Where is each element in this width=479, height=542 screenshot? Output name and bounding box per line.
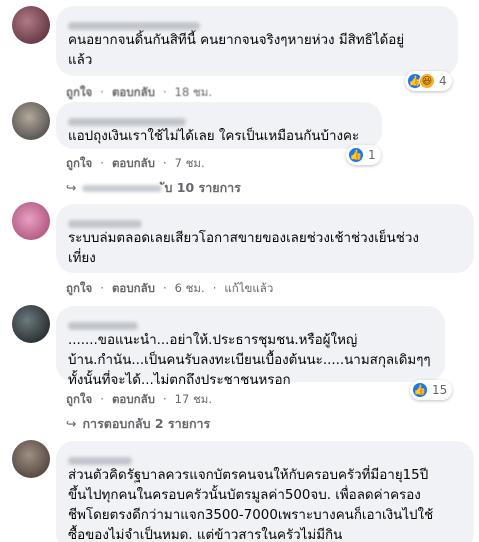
comment-actions: ถูกใจ · ตอบกลับ · 6 ชม. · แก้ไขแล้ว [66, 281, 274, 295]
reaction-count: 4 [439, 74, 447, 88]
commenter-name-blurred[interactable] [68, 15, 446, 30]
like-button[interactable]: ถูกใจ [66, 156, 92, 170]
commenter-name-blurred[interactable] [68, 213, 462, 228]
commenter-name-blurred[interactable] [68, 450, 462, 465]
view-replies-link[interactable]: ↪ การตอบกลับ 2 รายการ [66, 414, 210, 434]
reply-arrow-icon: ↪ [66, 416, 77, 431]
view-replies-label: ับ 10 รายการ [164, 180, 241, 195]
avatar[interactable] [12, 202, 50, 240]
like-button[interactable]: ถูกใจ [66, 85, 92, 99]
view-replies-label: การตอบกลับ 2 รายการ [82, 416, 211, 431]
comment-actions: ถูกใจ · ตอบกลับ · 17 ชม. [66, 392, 212, 406]
comment-bubble: ส่วนตัวคิดรัฐบาลควรแจกบัตรคนจนให้กับครอบ… [56, 441, 474, 542]
haha-icon: 😆 [419, 73, 435, 89]
reply-button[interactable]: ตอบกลับ [112, 281, 155, 295]
reaction-count: 1 [368, 148, 376, 162]
reply-button[interactable]: ตอบกลับ [112, 156, 155, 170]
avatar[interactable] [12, 305, 50, 343]
like-icon: 👍 [348, 147, 364, 163]
reaction-summary[interactable]: 👍 15 [410, 380, 453, 400]
comment-text: แอปถุงเงินเราใช้ไม่ได้เลย ใครเป็นเหมือนก… [68, 129, 360, 144]
comment-bubble: ระบบล่มตลอดเลยเสียวโอกาสขายของเลยช่วงเช้… [56, 204, 474, 273]
comment-text: คนอยากจนดิ้นกันสิทีนี้ คนยากจนจริงๆหายห่… [68, 33, 405, 68]
comment-time[interactable]: 6 ชม. [175, 281, 205, 295]
reaction-count: 15 [432, 383, 448, 397]
comment-actions: ถูกใจ · ตอบกลับ · 18 ชม. [66, 85, 212, 99]
reply-button[interactable]: ตอบกลับ [112, 85, 155, 99]
comment-time[interactable]: 17 ชม. [175, 392, 212, 406]
reply-button[interactable]: ตอบกลับ [112, 392, 155, 406]
reaction-summary[interactable]: 👍 😆 4 [405, 71, 452, 91]
like-icon: 👍 [412, 382, 428, 398]
reaction-summary[interactable]: 👍 1 [346, 145, 381, 165]
like-button[interactable]: ถูกใจ [66, 392, 92, 406]
comment-bubble: .......ขอแนะนำ...อย่าให้.ประธารชุมชน.หรื… [56, 306, 445, 388]
view-replies-link[interactable]: ↪ับ 10 รายการ [66, 178, 241, 198]
reply-arrow-icon: ↪ [66, 180, 77, 195]
like-button[interactable]: ถูกใจ [66, 281, 92, 295]
edited-label[interactable]: แก้ไขแล้ว [224, 281, 273, 295]
comment-time[interactable]: 18 ชม. [175, 85, 212, 99]
comment-bubble: คนอยากจนดิ้นกันสิทีนี้ คนยากจนจริงๆหายห่… [56, 6, 458, 76]
avatar[interactable] [12, 6, 50, 44]
comment-text: ระบบล่มตลอดเลยเสียวโอกาสขายของเลยช่วงเช้… [68, 231, 419, 266]
commenter-name-blurred[interactable] [68, 111, 370, 126]
avatar[interactable] [12, 440, 50, 478]
comment-actions: ถูกใจ · ตอบกลับ · 7 ชม. [66, 156, 205, 170]
comment-bubble: แอปถุงเงินเราใช้ไม่ได้เลย ใครเป็นเหมือนก… [56, 102, 382, 149]
comment-time[interactable]: 7 ชม. [175, 156, 205, 170]
avatar[interactable] [12, 102, 50, 140]
commenter-name-blurred[interactable] [68, 315, 433, 330]
comment-text: .......ขอแนะนำ...อย่าให้.ประธารชุมชน.หรื… [68, 333, 431, 388]
comment-text: ส่วนตัวคิดรัฐบาลควรแจกบัตรคนจนให้กับครอบ… [68, 468, 434, 542]
